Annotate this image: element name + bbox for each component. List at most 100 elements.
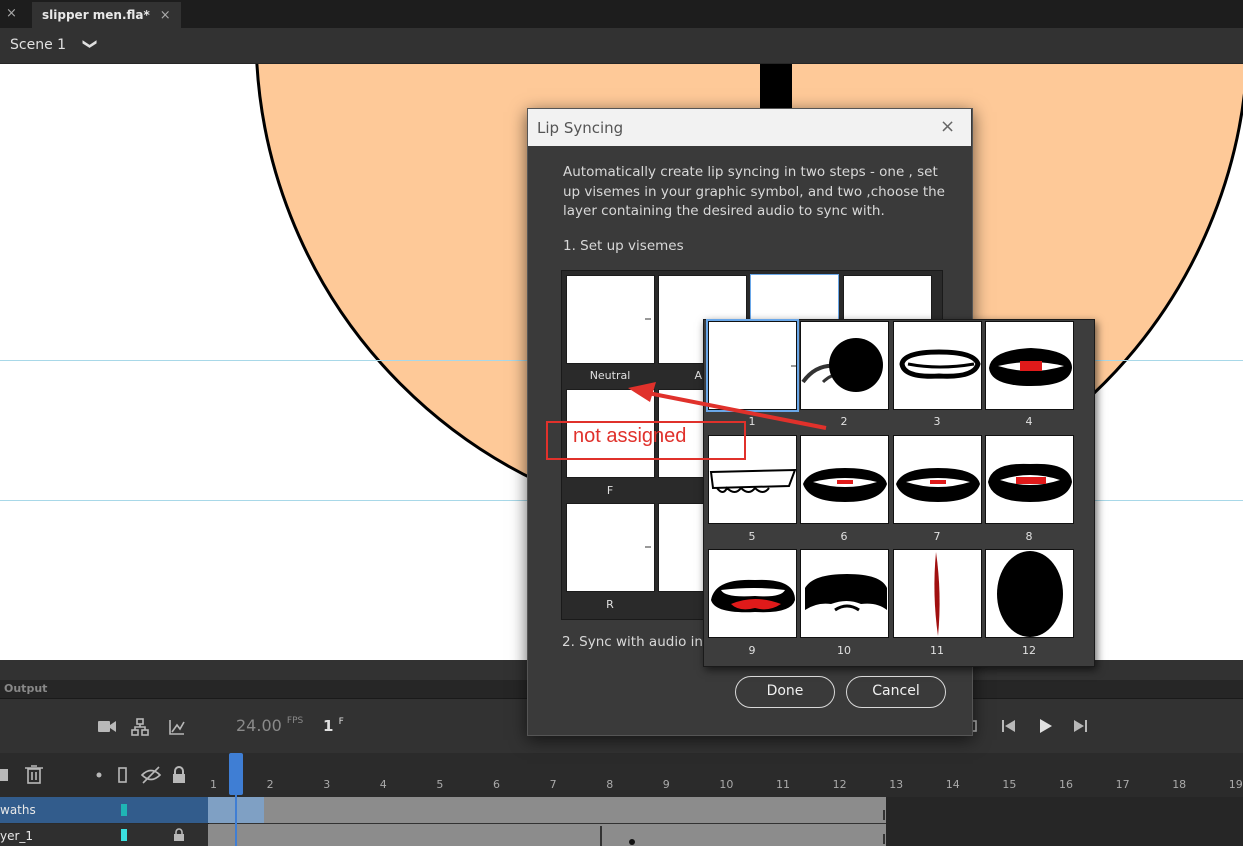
- layer-row[interactable]: waths: [0, 797, 208, 823]
- camera-icon: [98, 721, 116, 732]
- frame-number-label: 12: [1022, 644, 1036, 657]
- step-back-icon: [1002, 720, 1015, 732]
- step-forward-icon: [1074, 720, 1087, 732]
- play-icon: [1040, 719, 1052, 733]
- fps-unit: FPS: [286, 716, 304, 726]
- frame-thumb-3[interactable]: [893, 321, 982, 410]
- frame-number-label: 6: [840, 530, 848, 543]
- graph-icon: [169, 720, 185, 735]
- viseme-thumb-r[interactable]: [566, 503, 655, 592]
- ruler-frame-number: 11: [776, 778, 790, 791]
- chevron-down-icon[interactable]: ❯: [82, 38, 98, 50]
- layer-frames[interactable]: [208, 797, 886, 823]
- layer-row[interactable]: yer_1: [0, 824, 208, 846]
- ruler-frame-number: 6: [493, 778, 500, 791]
- frame-unit: F: [338, 717, 344, 727]
- annotation-text: not assigned: [573, 425, 687, 447]
- keyframe-divider: [600, 826, 602, 846]
- timeline-toolbar-icons: [98, 718, 185, 736]
- viseme-thumb-neutral[interactable]: [566, 275, 655, 364]
- frame-number-label: 3: [933, 415, 941, 428]
- frame-value: 1: [323, 717, 334, 735]
- close-icon[interactable]: ×: [6, 6, 17, 21]
- frame-number-label: 5: [748, 530, 756, 543]
- lock-icon[interactable]: [173, 828, 185, 842]
- ruler-frame-number: 12: [832, 778, 847, 791]
- fps-value: 24.00: [236, 716, 282, 735]
- step-one-label: 1. Set up visemes: [563, 238, 684, 254]
- playhead[interactable]: [229, 753, 243, 795]
- ruler-frame-number: 9: [662, 778, 670, 791]
- timeline-ruler[interactable]: [208, 753, 1243, 798]
- document-tab[interactable]: slipper men.fla* ×: [32, 2, 181, 28]
- highlight-icon: [96, 772, 102, 778]
- ruler-frame-number: 14: [945, 778, 960, 791]
- frame-thumb-11[interactable]: [893, 549, 982, 638]
- frame-thumb-4[interactable]: [985, 321, 1074, 410]
- ruler-frame-number: 10: [719, 778, 734, 791]
- hide-icon: [140, 766, 162, 784]
- ruler-frame-number: 17: [1115, 778, 1130, 791]
- layer-toolbar-icons: [0, 765, 185, 784]
- ruler-frame-number: 13: [889, 778, 904, 791]
- keyframe-dot[interactable]: [629, 839, 635, 845]
- body-stroke: [760, 64, 792, 108]
- frame-thumb-9[interactable]: [708, 549, 797, 638]
- viseme-thumb[interactable]: [658, 503, 704, 592]
- layer-name: yer_1: [0, 829, 34, 843]
- viseme-label: Neutral: [589, 369, 631, 382]
- close-icon[interactable]: ×: [940, 116, 955, 137]
- new-folder-icon: [0, 769, 8, 781]
- frame-number-label: 4: [1025, 415, 1033, 428]
- viseme-label: R: [606, 598, 614, 611]
- frame-number-label: 11: [930, 644, 944, 657]
- frame-number-label: 7: [933, 530, 941, 543]
- ruler-frame-number: 5: [436, 778, 444, 791]
- viseme-label: F: [606, 484, 614, 497]
- scene-label[interactable]: Scene 1: [10, 37, 66, 53]
- current-frame-readout[interactable]: 1 F: [323, 717, 344, 735]
- layer-parenting-icon: [131, 718, 149, 736]
- frame-end-marker: [883, 834, 885, 844]
- ruler-frame-number: 16: [1059, 778, 1073, 791]
- layer-color-swatch[interactable]: [121, 829, 127, 841]
- ruler-frame-number: 2: [266, 778, 274, 791]
- ruler-frame-number: 8: [606, 778, 614, 791]
- frame-thumb-7[interactable]: [893, 435, 982, 524]
- frame-number-label: 8: [1025, 530, 1033, 543]
- empty-frames[interactable]: [886, 797, 1243, 846]
- dialog-title: Lip Syncing: [537, 119, 624, 137]
- layer-frames[interactable]: [208, 824, 886, 846]
- cancel-button[interactable]: Cancel: [846, 676, 946, 708]
- scene-bar: [0, 28, 1243, 64]
- playhead-line: [235, 790, 237, 846]
- frame-thumb-12[interactable]: [985, 549, 1074, 638]
- frame-thumb-1[interactable]: [706, 319, 799, 412]
- output-tab[interactable]: Output: [4, 682, 47, 695]
- frame-end-marker: [883, 810, 885, 820]
- layer-name: waths: [0, 803, 36, 817]
- ruler-frame-number: 1: [210, 778, 217, 791]
- document-tab-bar: [0, 0, 1243, 28]
- lock-icon: [173, 766, 185, 783]
- frame-number-label: 9: [748, 644, 756, 657]
- dialog-description: Automatically create lip syncing in two …: [563, 164, 945, 219]
- ruler-frame-number: 18: [1172, 778, 1187, 791]
- frame-number-label: 10: [837, 644, 851, 657]
- frame-thumb-2[interactable]: [800, 321, 889, 410]
- tab-close-icon[interactable]: ×: [160, 8, 171, 23]
- ruler-frame-number: 4: [379, 778, 387, 791]
- viseme-label: A: [694, 369, 702, 382]
- ruler-frame-number: 15: [1002, 778, 1017, 791]
- fps-readout[interactable]: 24.00 FPS: [236, 716, 303, 735]
- done-button[interactable]: Done: [735, 676, 835, 708]
- layer-color-swatch[interactable]: [121, 804, 127, 816]
- step-two-label: 2. Sync with audio in la: [562, 634, 720, 650]
- frame-thumb-10[interactable]: [800, 549, 889, 638]
- frame-thumb-6[interactable]: [800, 435, 889, 524]
- frame-thumb-8[interactable]: [985, 435, 1074, 524]
- trash-icon: [25, 765, 43, 784]
- ruler-frame-number: 19: [1228, 778, 1243, 791]
- outline-icon: [118, 767, 127, 783]
- playback-controls: [963, 719, 1087, 733]
